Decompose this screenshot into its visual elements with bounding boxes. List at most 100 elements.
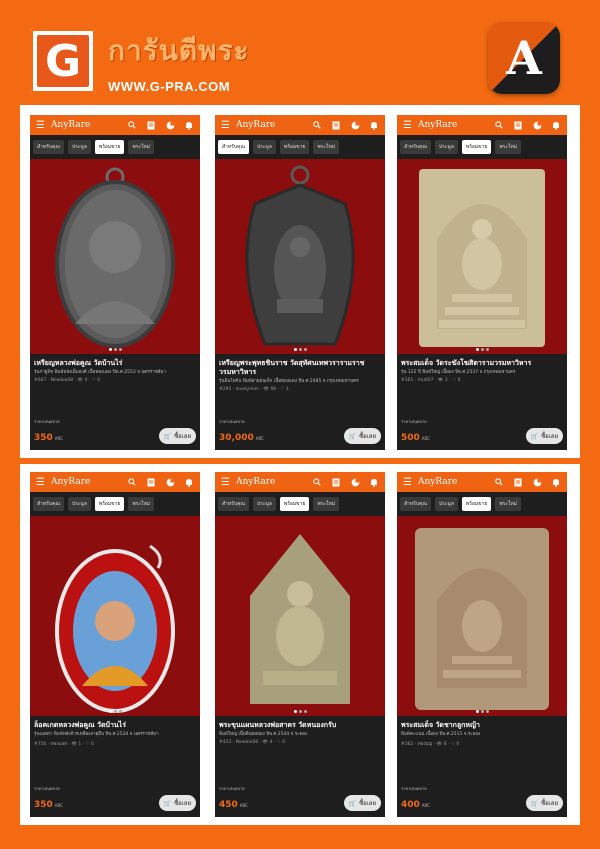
price-value: 30,000 bbox=[219, 433, 254, 443]
pie-chart-icon[interactable] bbox=[350, 120, 360, 130]
search-icon[interactable] bbox=[127, 477, 137, 487]
pie-chart-icon[interactable] bbox=[350, 477, 360, 487]
menu-icon[interactable]: ☰ bbox=[403, 120, 413, 131]
bell-icon[interactable] bbox=[551, 477, 561, 487]
tab-item[interactable]: ประมูล bbox=[68, 497, 91, 511]
receipt-icon[interactable] bbox=[331, 120, 341, 130]
listing-title[interactable]: เหรียญพระพุทธชินราช วัดสุทัศนเทพวรารามรา… bbox=[219, 359, 381, 377]
pie-chart-icon[interactable] bbox=[165, 477, 175, 487]
seller-name[interactable]: ทองแอส bbox=[51, 742, 67, 747]
menu-icon[interactable]: ☰ bbox=[403, 477, 413, 488]
heart-icon[interactable]: ♡ bbox=[92, 378, 96, 383]
listing-title[interactable]: พระสมเด็จ วัดชากลูกหญ้า bbox=[401, 721, 563, 730]
menu-icon[interactable]: ☰ bbox=[36, 120, 46, 131]
amulet-photo[interactable] bbox=[30, 159, 200, 354]
heart-icon[interactable]: ♡ bbox=[281, 387, 285, 392]
price-value: 400 bbox=[401, 800, 420, 810]
buy-now-button[interactable]: 🛒 ซื้อเลย bbox=[525, 795, 563, 811]
amulet-photo[interactable] bbox=[215, 516, 385, 716]
listing-card[interactable]: ☰ AnyRare สำหรับคุณ ประมูล พร้อมขาย พระใหม่ bbox=[397, 472, 567, 817]
listing-card[interactable]: ☰ AnyRare สำหรับคุณ ประมูล พร้อมขาย พระใหม่ bbox=[215, 472, 385, 817]
tab-item[interactable]: ประมูล bbox=[253, 497, 276, 511]
search-icon[interactable] bbox=[312, 477, 322, 487]
seller-name[interactable]: mu007 bbox=[418, 378, 434, 383]
buy-now-button[interactable]: 🛒 ซื้อเลย bbox=[343, 428, 381, 444]
tab-item[interactable]: พระใหม่ bbox=[495, 497, 522, 511]
heart-icon[interactable]: ♡ bbox=[277, 740, 281, 745]
tab-item[interactable]: พร้อมขาย bbox=[279, 497, 310, 511]
tab-item[interactable]: สำหรับคุณ bbox=[400, 497, 431, 511]
receipt-icon[interactable] bbox=[513, 477, 523, 487]
bell-icon[interactable] bbox=[369, 477, 379, 487]
seller-name[interactable]: Newbie08 bbox=[236, 740, 258, 745]
menu-icon[interactable]: ☰ bbox=[221, 477, 231, 488]
pie-chart-icon[interactable] bbox=[532, 477, 542, 487]
seller-name[interactable]: Newbie08 bbox=[51, 378, 73, 383]
amulet-photo[interactable] bbox=[30, 516, 200, 716]
listing-title[interactable]: พระสมเด็จ วัดระฆังโฆสิตารามวรมหาวิหาร bbox=[401, 359, 563, 368]
tab-item[interactable]: พร้อมขาย bbox=[94, 140, 125, 154]
buy-now-button[interactable]: 🛒 ซื้อเลย bbox=[343, 795, 381, 811]
listing-title[interactable]: เหรียญหลวงพ่อคูณ วัดบ้านไร่ bbox=[34, 359, 196, 368]
bell-icon[interactable] bbox=[184, 477, 194, 487]
listing-meta: #361 · mu007 · 👁 2 · ♡ 0 bbox=[401, 378, 461, 383]
pie-chart-icon[interactable] bbox=[165, 120, 175, 130]
tab-item[interactable]: ประมูล bbox=[253, 140, 276, 154]
amulet-photo[interactable] bbox=[215, 159, 385, 354]
tab-item[interactable]: สำหรับคุณ bbox=[400, 140, 431, 154]
listing-card[interactable]: ☰ AnyRare สำหรับคุณ ประมูล พร้อมขาย พระใหม่ bbox=[30, 472, 200, 817]
buy-now-button[interactable]: 🛒 ซื้อเลย bbox=[158, 428, 196, 444]
tab-item[interactable]: สำหรับคุณ bbox=[218, 140, 249, 154]
menu-icon[interactable]: ☰ bbox=[221, 120, 231, 131]
heart-icon[interactable]: ♡ bbox=[86, 742, 90, 747]
heart-icon[interactable]: ♡ bbox=[452, 378, 456, 383]
search-icon[interactable] bbox=[312, 120, 322, 130]
tab-item[interactable]: สำหรับคุณ bbox=[218, 497, 249, 511]
tab-item[interactable]: พร้อมขาย bbox=[279, 140, 310, 154]
menu-icon[interactable]: ☰ bbox=[36, 477, 46, 488]
buy-label: ซื้อเลย bbox=[359, 433, 376, 440]
tab-item[interactable]: พร้อมขาย bbox=[461, 497, 492, 511]
buy-now-button[interactable]: 🛒 ซื้อเลย bbox=[158, 795, 196, 811]
tab-item[interactable]: ประมูล bbox=[68, 140, 91, 154]
listing-meta: #295 · lovelyman · 👁 96 · ♡ 1 bbox=[219, 387, 289, 392]
tab-item[interactable]: ประมูล bbox=[435, 497, 458, 511]
tab-item[interactable]: พระใหม่ bbox=[313, 497, 340, 511]
listing-card[interactable]: ☰ AnyRare สำหรับคุณ ประมูล พร้อมขาย พระใหม่ bbox=[215, 115, 385, 450]
bell-icon[interactable] bbox=[551, 120, 561, 130]
search-icon[interactable] bbox=[494, 477, 504, 487]
search-icon[interactable] bbox=[494, 120, 504, 130]
tab-item[interactable]: สำหรับคุณ bbox=[33, 140, 64, 154]
receipt-icon[interactable] bbox=[146, 477, 156, 487]
bell-icon[interactable] bbox=[184, 120, 194, 130]
listing-id: #667 bbox=[34, 378, 47, 383]
seller-name[interactable]: ทองบุญ bbox=[418, 742, 433, 747]
receipt-icon[interactable] bbox=[331, 477, 341, 487]
cart-icon: 🛒 bbox=[348, 799, 357, 807]
tab-item[interactable]: พระใหม่ bbox=[128, 497, 155, 511]
listing-title[interactable]: พระขุนแผนหลวงพ่อสาคร วัดหนองกรับ bbox=[219, 721, 381, 730]
bell-icon[interactable] bbox=[369, 120, 379, 130]
carousel-dots bbox=[30, 348, 200, 351]
buy-now-button[interactable]: 🛒 ซื้อเลย bbox=[525, 428, 563, 444]
amulet-photo[interactable] bbox=[397, 159, 567, 354]
tab-item[interactable]: สำหรับคุณ bbox=[33, 497, 64, 511]
tab-item[interactable]: พร้อมขาย bbox=[94, 497, 125, 511]
listing-title[interactable]: ล็อคเกตหลวงพ่อคูณ วัดบ้านไร่ bbox=[34, 721, 196, 730]
eye-icon: 👁 bbox=[71, 742, 77, 747]
amulet-photo[interactable] bbox=[397, 516, 567, 716]
listing-info: เหรียญพระพุทธชินราช วัดสุทัศนเทพวรารามรา… bbox=[215, 354, 385, 392]
tab-item[interactable]: ประมูล bbox=[435, 140, 458, 154]
seller-name[interactable]: lovelyman bbox=[236, 387, 259, 392]
tab-item[interactable]: พระใหม่ bbox=[495, 140, 522, 154]
tab-item[interactable]: พระใหม่ bbox=[128, 140, 155, 154]
pie-chart-icon[interactable] bbox=[532, 120, 542, 130]
listing-card[interactable]: ☰ AnyRare สำหรับคุณ ประมูล พร้อมขาย พระใหม่ bbox=[30, 115, 200, 450]
heart-icon[interactable]: ♡ bbox=[451, 742, 455, 747]
search-icon[interactable] bbox=[127, 120, 137, 130]
tab-item[interactable]: พร้อมขาย bbox=[461, 140, 492, 154]
receipt-icon[interactable] bbox=[513, 120, 523, 130]
listing-card[interactable]: ☰ AnyRare สำหรับคุณ ประมูล พร้อมขาย พระใหม่ bbox=[397, 115, 567, 450]
receipt-icon[interactable] bbox=[146, 120, 156, 130]
tab-item[interactable]: พระใหม่ bbox=[313, 140, 340, 154]
